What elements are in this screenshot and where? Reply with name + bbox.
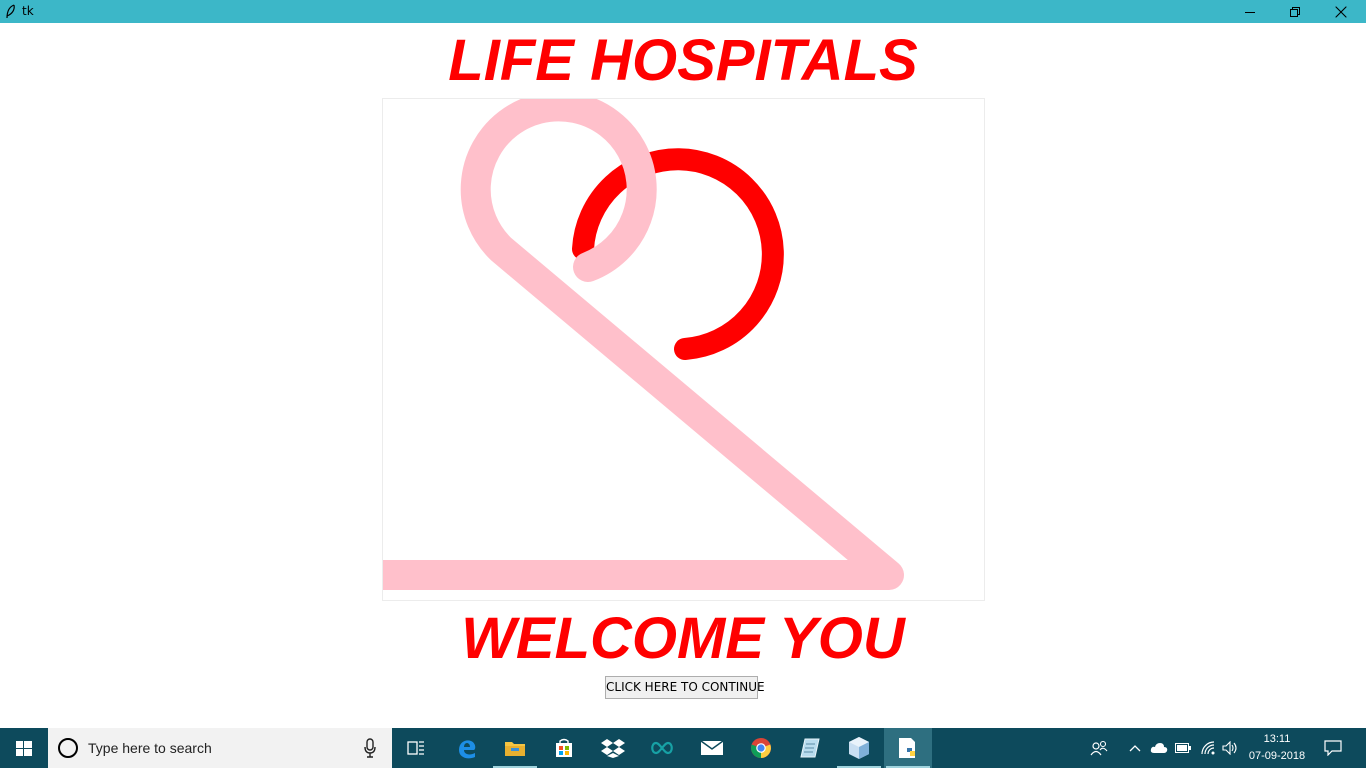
restore-button[interactable] — [1272, 0, 1318, 23]
onedrive-cloud-icon — [1150, 743, 1168, 753]
start-button[interactable] — [0, 728, 48, 768]
virtualbox-icon — [849, 737, 869, 759]
store-icon — [556, 738, 572, 757]
tk-feather-icon — [6, 4, 15, 19]
continue-button[interactable]: CLICK HERE TO CONTINUE — [605, 676, 765, 699]
hospital-logo-drawing — [383, 99, 904, 590]
taskbar-edge[interactable] — [443, 728, 491, 768]
notepad-icon — [800, 738, 820, 758]
clock-time: 13:11 — [1263, 733, 1291, 745]
taskbar-clock[interactable]: 13:11 07-09-2018 — [1244, 731, 1310, 765]
chrome-icon — [751, 738, 771, 758]
action-center-button[interactable] — [1318, 728, 1348, 768]
taskbar: Type here to search 13:11 07-09-2018 — [0, 728, 1366, 768]
dropbox-icon — [601, 739, 625, 758]
taskbar-arduino[interactable] — [638, 728, 686, 768]
task-view-icon — [407, 741, 424, 755]
window-title: tk — [22, 4, 34, 18]
logo-canvas — [382, 98, 985, 601]
volume-icon — [1222, 741, 1237, 755]
arduino-icon — [651, 741, 673, 755]
clock-date: 07-09-2018 — [1248, 750, 1306, 762]
microphone-icon[interactable] — [364, 738, 376, 758]
taskbar-chrome[interactable] — [737, 728, 785, 768]
taskbar-mail[interactable] — [688, 728, 736, 768]
windows-logo-icon — [16, 741, 32, 756]
volume-tray[interactable] — [1220, 728, 1242, 768]
show-hidden-icons-button[interactable] — [1124, 728, 1146, 768]
edge-icon — [459, 740, 476, 759]
minimize-icon — [1245, 11, 1255, 13]
mail-icon — [700, 740, 724, 755]
python-idle-icon — [899, 738, 915, 758]
people-icon — [1090, 740, 1108, 756]
taskbar-virtualbox[interactable] — [835, 728, 883, 768]
window-titlebar[interactable]: tk — [0, 0, 1366, 23]
wifi-icon — [1201, 741, 1215, 755]
search-placeholder: Type here to search — [88, 740, 212, 756]
taskbar-file-explorer[interactable] — [491, 728, 539, 768]
minimize-button[interactable] — [1227, 0, 1273, 23]
pink-loop-stroke — [383, 99, 904, 590]
battery-tray[interactable] — [1172, 728, 1194, 768]
chevron-up-icon — [1129, 745, 1141, 752]
battery-icon — [1175, 743, 1191, 753]
cortana-icon — [58, 738, 78, 758]
file-explorer-icon — [505, 742, 525, 756]
welcome-heading: WELCOME YOU — [461, 606, 905, 671]
onedrive-tray[interactable] — [1148, 728, 1170, 768]
close-icon — [1335, 6, 1347, 17]
hospital-name-heading: LIFE HOSPITALS — [448, 28, 918, 93]
taskbar-dropbox[interactable] — [589, 728, 637, 768]
restore-icon — [1290, 6, 1300, 17]
notification-icon — [1324, 740, 1342, 756]
task-view-button[interactable] — [392, 728, 440, 768]
close-button[interactable] — [1318, 0, 1364, 23]
taskbar-notepad[interactable] — [786, 728, 834, 768]
wifi-tray[interactable] — [1196, 728, 1220, 768]
people-button[interactable] — [1084, 728, 1114, 768]
taskbar-python-idle[interactable] — [884, 728, 932, 768]
taskbar-store[interactable] — [540, 728, 588, 768]
taskbar-search-box[interactable]: Type here to search — [48, 728, 392, 768]
